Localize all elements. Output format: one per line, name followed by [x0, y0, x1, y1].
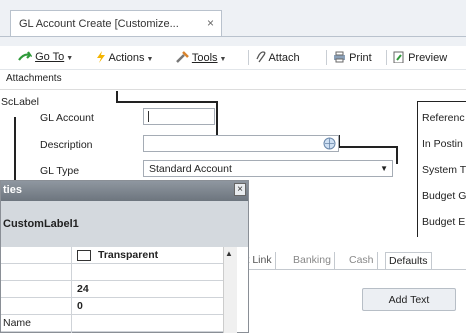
attach-button[interactable]: Attach — [256, 51, 300, 64]
property-name: Name — [3, 317, 32, 329]
sc-label[interactable]: ScLabel — [1, 96, 39, 108]
gl-type-chevron-icon: ▼ — [380, 164, 388, 173]
control-name: CustomLabel1 — [3, 218, 79, 230]
gl-account-label: GL Account — [40, 112, 94, 124]
property-row[interactable]: 0 — [1, 298, 223, 315]
property-grid: Transparent 24 0 Name T — [1, 247, 223, 333]
attachments-bar: Attachments — [0, 70, 466, 90]
preview-label: Preview — [408, 52, 448, 64]
budget-e-label: Budget E — [422, 216, 466, 228]
print-button[interactable]: Print — [333, 51, 372, 64]
tab-close-icon[interactable]: × — [207, 16, 214, 30]
preview-button[interactable]: Preview — [393, 51, 447, 64]
tab-defaults[interactable]: Defaults — [385, 252, 432, 269]
add-text-button[interactable]: Add Text — [362, 288, 456, 311]
translate-globe-icon[interactable] — [323, 137, 336, 150]
actions-lightning-icon — [97, 51, 105, 63]
tab-cash[interactable]: Cash — [346, 252, 378, 269]
actions-button[interactable]: Actions ▼ — [96, 51, 153, 64]
properties-scrollbar[interactable]: ▲ — [223, 247, 237, 333]
properties-title-bar[interactable]: ties × — [1, 181, 248, 201]
transparent-checkbox[interactable] — [77, 250, 91, 261]
tools-chevron-icon: ▼ — [219, 56, 227, 63]
goto-button[interactable]: Go To ▼ — [18, 51, 73, 63]
property-row[interactable]: 24 — [1, 281, 223, 298]
printer-icon — [334, 51, 345, 63]
tools-label: Tools — [191, 52, 218, 64]
tab-strip: GL Account Create [Customize... × — [0, 0, 466, 46]
paperclip-icon — [256, 51, 266, 63]
toolbar-separator — [386, 50, 387, 65]
print-label: Print — [349, 52, 372, 64]
in-posting-label: In Postin — [422, 138, 463, 150]
selection-outline-mid — [216, 101, 218, 136]
property-row[interactable]: Transparent — [1, 247, 223, 264]
scroll-up-icon[interactable]: ▲ — [225, 249, 233, 258]
budget-group-label: Budget G — [422, 190, 466, 202]
attach-label: Attach — [268, 52, 300, 64]
tools-icon — [176, 51, 189, 63]
system-type-label: System T — [422, 164, 466, 176]
properties-close-icon[interactable]: × — [234, 183, 246, 196]
toolbar-separator — [326, 50, 327, 65]
attachments-label[interactable]: Attachments — [6, 73, 62, 84]
gl-account-input[interactable] — [143, 108, 215, 125]
toolbar-separator — [248, 50, 249, 65]
properties-panel: ties × CustomLabel1 Transparent 24 0 Nam… — [0, 180, 249, 333]
description-label: Description — [40, 139, 93, 151]
tab-banking[interactable]: Banking — [290, 252, 335, 269]
text-cursor — [148, 111, 149, 122]
tab-title: GL Account Create [Customize... — [19, 18, 179, 30]
properties-title: ties — [3, 184, 22, 196]
property-value: 24 — [77, 283, 89, 295]
selection-outline-left — [14, 117, 16, 183]
description-input[interactable] — [143, 135, 339, 152]
goto-arrow-icon — [18, 51, 33, 61]
actions-label: Actions — [108, 52, 145, 64]
detail-tabs-line — [228, 269, 466, 270]
selection-outline-topbar — [116, 101, 218, 103]
preview-icon — [393, 51, 404, 64]
goto-chevron-icon: ▼ — [66, 55, 74, 62]
property-value: Transparent — [98, 249, 159, 261]
add-text-label: Add Text — [388, 294, 430, 306]
tab-divider — [0, 36, 466, 37]
goto-label: Go To — [35, 51, 65, 63]
property-row[interactable]: Name — [1, 315, 223, 332]
gl-type-value: Standard Account — [149, 163, 232, 175]
reference-label: Referenc — [422, 112, 465, 124]
selection-outline-rightbox — [396, 146, 398, 164]
property-value: 0 — [77, 300, 83, 312]
property-row[interactable] — [1, 264, 223, 281]
properties-header: CustomLabel1 — [1, 201, 248, 247]
tools-button[interactable]: Tools ▼ — [176, 51, 226, 64]
toolbar: Go To ▼ Actions ▼ Tools ▼ Attach Print Prev… — [0, 46, 466, 70]
actions-chevron-icon: ▼ — [146, 56, 154, 63]
gl-type-select[interactable]: Standard Account ▼ — [143, 160, 393, 177]
gl-type-label: GL Type — [40, 165, 80, 177]
tab-gl-account-create[interactable]: GL Account Create [Customize... × — [10, 10, 222, 36]
